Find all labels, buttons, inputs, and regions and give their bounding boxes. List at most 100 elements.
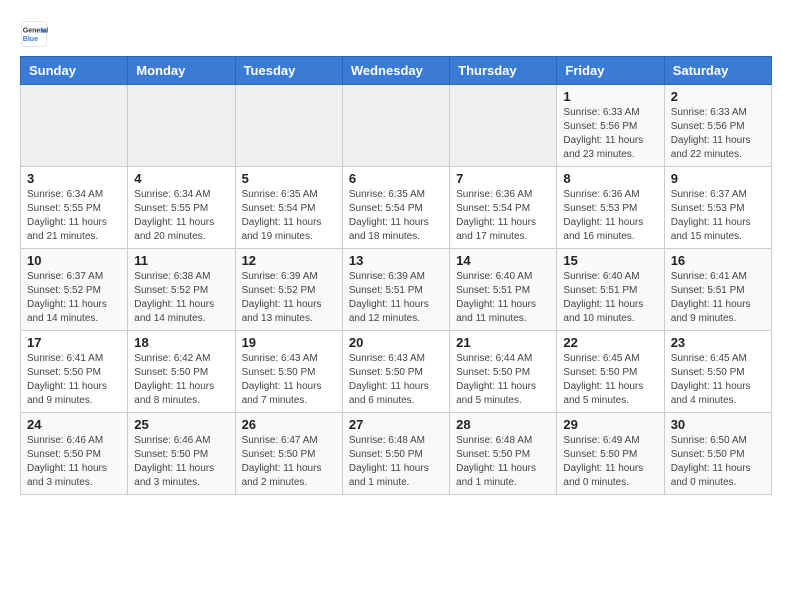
svg-text:Blue: Blue	[23, 36, 38, 43]
day-number: 13	[349, 253, 443, 268]
day-number: 30	[671, 417, 765, 432]
day-number: 12	[242, 253, 336, 268]
calendar-cell: 8 Sunrise: 6:36 AM Sunset: 5:53 PM Daylig…	[557, 167, 664, 249]
calendar-cell: 6 Sunrise: 6:35 AM Sunset: 5:54 PM Daylig…	[342, 167, 449, 249]
day-info: Sunrise: 6:50 AM Sunset: 5:50 PM Dayligh…	[671, 434, 765, 490]
calendar-cell: 20 Sunrise: 6:43 AM Sunset: 5:50 PM Dayli…	[342, 331, 449, 413]
logo-icon: General Blue	[20, 20, 48, 48]
day-info: Sunrise: 6:45 AM Sunset: 5:50 PM Dayligh…	[563, 352, 657, 408]
day-number: 24	[27, 417, 121, 432]
day-number: 18	[134, 335, 228, 350]
page-header: General Blue	[20, 20, 772, 48]
calendar-cell: 15 Sunrise: 6:40 AM Sunset: 5:51 PM Dayli…	[557, 249, 664, 331]
calendar-cell: 7Sunrise: 6:36 AM Sunset: 5:54 PM Daylig…	[450, 167, 557, 249]
calendar-cell: 13 Sunrise: 6:39 AM Sunset: 5:51 PM Dayli…	[342, 249, 449, 331]
calendar-cell: 9Sunrise: 6:37 AM Sunset: 5:53 PM Daylig…	[664, 167, 771, 249]
calendar-cell: 12 Sunrise: 6:39 AM Sunset: 5:52 PM Dayli…	[235, 249, 342, 331]
day-number: 11	[134, 253, 228, 268]
day-info: Sunrise: 6:36 AM Sunset: 5:53 PM Dayligh…	[563, 188, 657, 244]
calendar-header-row: SundayMondayTuesdayWednesdayThursdayFrid…	[21, 57, 772, 85]
day-number: 7	[456, 171, 550, 186]
day-number: 17	[27, 335, 121, 350]
calendar-week-row: 3 Sunrise: 6:34 AM Sunset: 5:55 PM Daylig…	[21, 167, 772, 249]
day-number: 25	[134, 417, 228, 432]
calendar-week-row: 10 Sunrise: 6:37 AM Sunset: 5:52 PM Dayli…	[21, 249, 772, 331]
day-number: 28	[456, 417, 550, 432]
day-number: 5	[242, 171, 336, 186]
day-info: Sunrise: 6:45 AM Sunset: 5:50 PM Dayligh…	[671, 352, 765, 408]
calendar-cell: 4 Sunrise: 6:34 AM Sunset: 5:55 PM Daylig…	[128, 167, 235, 249]
calendar-week-row: 24 Sunrise: 6:46 AM Sunset: 5:50 PM Dayli…	[21, 413, 772, 495]
day-info: Sunrise: 6:48 AM Sunset: 5:50 PM Dayligh…	[349, 434, 443, 490]
day-number: 9	[671, 171, 765, 186]
day-info: Sunrise: 6:42 AM Sunset: 5:50 PM Dayligh…	[134, 352, 228, 408]
day-info: Sunrise: 6:39 AM Sunset: 5:51 PM Dayligh…	[349, 270, 443, 326]
calendar-cell	[450, 85, 557, 167]
day-number: 10	[27, 253, 121, 268]
day-info: Sunrise: 6:39 AM Sunset: 5:52 PM Dayligh…	[242, 270, 336, 326]
day-number: 19	[242, 335, 336, 350]
calendar-cell: 3 Sunrise: 6:34 AM Sunset: 5:55 PM Daylig…	[21, 167, 128, 249]
calendar-cell: 21 Sunrise: 6:44 AM Sunset: 5:50 PM Dayli…	[450, 331, 557, 413]
day-info: Sunrise: 6:41 AM Sunset: 5:50 PM Dayligh…	[27, 352, 121, 408]
day-info: Sunrise: 6:46 AM Sunset: 5:50 PM Dayligh…	[134, 434, 228, 490]
day-info: Sunrise: 6:48 AM Sunset: 5:50 PM Dayligh…	[456, 434, 550, 490]
calendar-cell	[128, 85, 235, 167]
day-number: 3	[27, 171, 121, 186]
calendar-cell: 29 Sunrise: 6:49 AM Sunset: 5:50 PM Dayli…	[557, 413, 664, 495]
calendar-header-monday: Monday	[128, 57, 235, 85]
calendar-header-wednesday: Wednesday	[342, 57, 449, 85]
calendar-header-tuesday: Tuesday	[235, 57, 342, 85]
day-info: Sunrise: 6:38 AM Sunset: 5:52 PM Dayligh…	[134, 270, 228, 326]
day-info: Sunrise: 6:40 AM Sunset: 5:51 PM Dayligh…	[456, 270, 550, 326]
calendar-cell: 28 Sunrise: 6:48 AM Sunset: 5:50 PM Dayli…	[450, 413, 557, 495]
day-number: 21	[456, 335, 550, 350]
day-info: Sunrise: 6:41 AM Sunset: 5:51 PM Dayligh…	[671, 270, 765, 326]
day-info: Sunrise: 6:34 AM Sunset: 5:55 PM Dayligh…	[27, 188, 121, 244]
day-info: Sunrise: 6:35 AM Sunset: 5:54 PM Dayligh…	[242, 188, 336, 244]
day-number: 20	[349, 335, 443, 350]
day-info: Sunrise: 6:35 AM Sunset: 5:54 PM Dayligh…	[349, 188, 443, 244]
calendar-cell: 30 Sunrise: 6:50 AM Sunset: 5:50 PM Dayli…	[664, 413, 771, 495]
day-info: Sunrise: 6:43 AM Sunset: 5:50 PM Dayligh…	[242, 352, 336, 408]
logo: General Blue	[20, 20, 48, 48]
day-info: Sunrise: 6:43 AM Sunset: 5:50 PM Dayligh…	[349, 352, 443, 408]
calendar-header-sunday: Sunday	[21, 57, 128, 85]
calendar-cell: 10 Sunrise: 6:37 AM Sunset: 5:52 PM Dayli…	[21, 249, 128, 331]
day-number: 23	[671, 335, 765, 350]
day-number: 15	[563, 253, 657, 268]
calendar-cell	[342, 85, 449, 167]
calendar-cell: 19 Sunrise: 6:43 AM Sunset: 5:50 PM Dayli…	[235, 331, 342, 413]
calendar-cell: 25 Sunrise: 6:46 AM Sunset: 5:50 PM Dayli…	[128, 413, 235, 495]
calendar-cell: 1Sunrise: 6:33 AM Sunset: 5:56 PM Daylig…	[557, 85, 664, 167]
day-number: 22	[563, 335, 657, 350]
day-info: Sunrise: 6:34 AM Sunset: 5:55 PM Dayligh…	[134, 188, 228, 244]
day-info: Sunrise: 6:33 AM Sunset: 5:56 PM Dayligh…	[563, 106, 657, 162]
day-info: Sunrise: 6:37 AM Sunset: 5:52 PM Dayligh…	[27, 270, 121, 326]
day-info: Sunrise: 6:49 AM Sunset: 5:50 PM Dayligh…	[563, 434, 657, 490]
day-number: 4	[134, 171, 228, 186]
day-info: Sunrise: 6:40 AM Sunset: 5:51 PM Dayligh…	[563, 270, 657, 326]
day-info: Sunrise: 6:33 AM Sunset: 5:56 PM Dayligh…	[671, 106, 765, 162]
calendar-cell: 11 Sunrise: 6:38 AM Sunset: 5:52 PM Dayli…	[128, 249, 235, 331]
calendar-cell: 2Sunrise: 6:33 AM Sunset: 5:56 PM Daylig…	[664, 85, 771, 167]
day-number: 27	[349, 417, 443, 432]
day-number: 8	[563, 171, 657, 186]
calendar-cell	[21, 85, 128, 167]
calendar-table: SundayMondayTuesdayWednesdayThursdayFrid…	[20, 56, 772, 495]
calendar-cell: 17 Sunrise: 6:41 AM Sunset: 5:50 PM Dayli…	[21, 331, 128, 413]
day-number: 6	[349, 171, 443, 186]
calendar-cell: 24 Sunrise: 6:46 AM Sunset: 5:50 PM Dayli…	[21, 413, 128, 495]
day-number: 16	[671, 253, 765, 268]
calendar-header-thursday: Thursday	[450, 57, 557, 85]
calendar-cell: 22 Sunrise: 6:45 AM Sunset: 5:50 PM Dayli…	[557, 331, 664, 413]
day-info: Sunrise: 6:44 AM Sunset: 5:50 PM Dayligh…	[456, 352, 550, 408]
calendar-cell: 27 Sunrise: 6:48 AM Sunset: 5:50 PM Dayli…	[342, 413, 449, 495]
day-number: 26	[242, 417, 336, 432]
calendar-week-row: 17 Sunrise: 6:41 AM Sunset: 5:50 PM Dayli…	[21, 331, 772, 413]
day-info: Sunrise: 6:46 AM Sunset: 5:50 PM Dayligh…	[27, 434, 121, 490]
calendar-cell: 14Sunrise: 6:40 AM Sunset: 5:51 PM Dayli…	[450, 249, 557, 331]
calendar-cell	[235, 85, 342, 167]
day-number: 29	[563, 417, 657, 432]
calendar-header-saturday: Saturday	[664, 57, 771, 85]
